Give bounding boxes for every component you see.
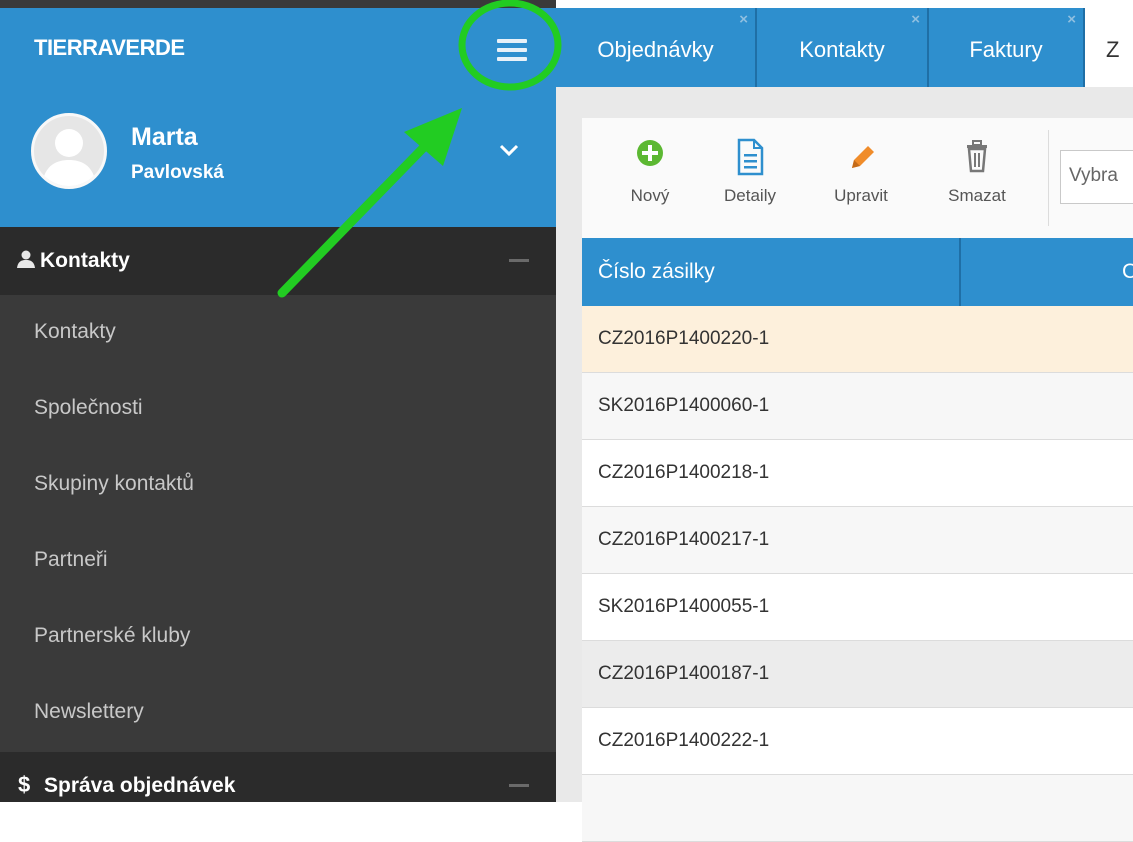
table-cell: CZ2016P1400217-1 — [598, 529, 770, 550]
tab-label: Z — [1106, 37, 1120, 62]
sidebar-item-partnerske-kluby[interactable]: Partnerské kluby — [0, 599, 556, 675]
grid-panel: Nový Detaily Upravit Smazat Vybra Číslo … — [582, 118, 1133, 842]
new-label: Nový — [630, 186, 670, 205]
table-row[interactable]: CZ2016P1400222-1 — [582, 708, 1133, 775]
tab-bar: Objednávky × Kontakty × Faktury × Z — [556, 8, 1133, 87]
sidebar-item-newslettery[interactable]: Newslettery — [0, 675, 556, 751]
tab-objednavky[interactable]: Objednávky × — [556, 8, 757, 87]
tab-label: Faktury — [969, 37, 1043, 62]
user-first-name: Marta — [131, 123, 198, 151]
sidebar-item-label: Společnosti — [34, 396, 143, 419]
column-header-shipment-number[interactable]: Číslo zásilky — [598, 260, 715, 284]
table-row[interactable]: CZ2016P1400217-1 — [582, 507, 1133, 574]
table-row[interactable]: CZ2016P1400218-1 — [582, 440, 1133, 507]
sidebar-item-kontakty[interactable]: Kontakty — [0, 295, 556, 371]
select-dropdown[interactable]: Vybra — [1060, 150, 1133, 204]
section-orders[interactable]: $ Správa objednávek — [0, 752, 556, 802]
trash-icon — [962, 138, 992, 178]
details-label: Detaily — [724, 186, 776, 205]
delete-button[interactable]: Smazat — [937, 138, 1017, 206]
collapse-icon[interactable] — [509, 784, 529, 787]
table-row[interactable]: SK2016P1400060-1 — [582, 373, 1133, 440]
column-header[interactable]: C — [1122, 260, 1133, 284]
sidebar-item-label: Skupiny kontaktů — [34, 472, 194, 495]
delete-label: Smazat — [948, 186, 1006, 205]
sidebar-item-label: Newslettery — [34, 700, 144, 723]
toolbar: Nový Detaily Upravit Smazat Vybra — [582, 118, 1133, 238]
section-title: Kontakty — [40, 249, 130, 272]
close-icon[interactable]: × — [1067, 11, 1076, 28]
table-cell: CZ2016P1400218-1 — [598, 462, 770, 483]
brand-logo[interactable]: TIERRAVERDE — [34, 35, 185, 61]
tab-label: Objednávky — [597, 37, 714, 62]
sidebar-item-label: Partnerské kluby — [34, 624, 191, 647]
sidebar-item-spolecnosti[interactable]: Společnosti — [0, 371, 556, 447]
close-icon[interactable]: × — [911, 11, 920, 28]
table-cell: SK2016P1400060-1 — [598, 395, 770, 416]
user-icon — [16, 249, 36, 269]
plus-circle-icon — [635, 138, 665, 178]
edit-button[interactable]: Upravit — [823, 138, 899, 206]
pencil-icon — [846, 138, 876, 178]
brand-bar: TIERRAVERDE — [0, 8, 556, 87]
toolbar-divider — [1048, 130, 1049, 226]
tab-faktury[interactable]: Faktury × — [929, 8, 1085, 87]
edit-label: Upravit — [834, 186, 888, 205]
tab-kontakty[interactable]: Kontakty × — [757, 8, 929, 87]
table-cell: SK2016P1400055-1 — [598, 596, 770, 617]
tab-label: Kontakty — [799, 37, 885, 62]
table-row[interactable]: CZ2016P1400187-1 — [582, 641, 1133, 708]
sidebar: TIERRAVERDE Marta Pavlovská Kontakty Kon… — [0, 0, 556, 802]
sidebar-item-label: Partneři — [34, 548, 108, 571]
tab-active[interactable]: Z — [1085, 8, 1133, 87]
section-contacts[interactable]: Kontakty — [0, 227, 556, 295]
chevron-down-icon[interactable] — [498, 142, 520, 158]
new-button[interactable]: Nový — [620, 138, 680, 206]
table-cell: CZ2016P1400222-1 — [598, 730, 770, 751]
table-row[interactable] — [582, 775, 1133, 842]
hamburger-icon[interactable] — [497, 39, 527, 63]
document-icon — [735, 138, 765, 178]
table-header: Číslo zásilky C — [582, 238, 1133, 306]
table-cell: CZ2016P1400220-1 — [598, 328, 770, 349]
user-last-name: Pavlovská — [131, 162, 224, 183]
close-icon[interactable]: × — [739, 11, 748, 28]
section-title: Správa objednávek — [44, 774, 236, 797]
details-button[interactable]: Detaily — [714, 138, 786, 206]
dollar-icon: $ — [18, 772, 31, 797]
table-cell: CZ2016P1400187-1 — [598, 663, 770, 684]
sidebar-item-partneri[interactable]: Partneři — [0, 523, 556, 599]
user-profile: Marta Pavlovská — [0, 87, 556, 227]
sidebar-item-skupiny-kontaktu[interactable]: Skupiny kontaktů — [0, 447, 556, 523]
column-divider — [959, 238, 961, 306]
sidebar-item-label: Kontakty — [34, 320, 116, 343]
main-content: Nový Detaily Upravit Smazat Vybra Číslo … — [556, 87, 1133, 842]
table-row[interactable]: SK2016P1400055-1 — [582, 574, 1133, 641]
avatar[interactable] — [31, 113, 107, 189]
table-row[interactable]: CZ2016P1400220-1 — [582, 306, 1133, 373]
collapse-icon[interactable] — [509, 259, 529, 262]
